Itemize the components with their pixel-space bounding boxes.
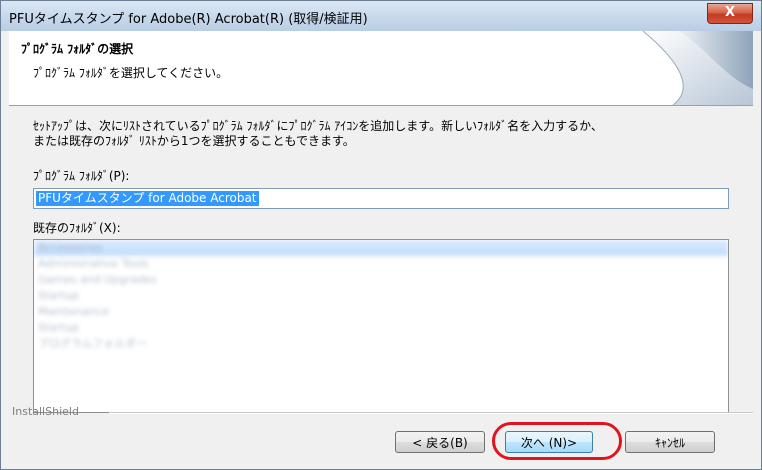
next-button-highlight [492, 422, 622, 460]
header-title: ﾌﾟﾛｸﾞﾗﾑ ﾌｫﾙﾀﾞの選択 [21, 42, 134, 56]
list-item[interactable]: プログラムフォルダー [34, 336, 728, 352]
title-bar[interactable]: PFUタイムスタンプ for Adobe(R) Acrobat(R) (取得/検… [1, 1, 761, 31]
existing-folders-list[interactable]: Accessories Administrative Tools Games a… [33, 239, 729, 413]
list-item[interactable]: Startup [34, 320, 728, 336]
program-folder-input[interactable]: PFUタイムスタンプ for Adobe Acrobat [33, 188, 729, 209]
wizard-header: ﾌﾟﾛｸﾞﾗﾑ ﾌｫﾙﾀﾞの選択 ﾌﾟﾛｸﾞﾗﾑ ﾌｫﾙﾀﾞを選択してください。 [9, 31, 753, 106]
window-title: PFUタイムスタンプ for Adobe(R) Acrobat(R) (取得/検… [9, 12, 368, 27]
installer-window: PFUタイムスタンプ for Adobe(R) Acrobat(R) (取得/検… [0, 0, 762, 470]
header-subtitle: ﾌﾟﾛｸﾞﾗﾑ ﾌｫﾙﾀﾞを選択してください。 [33, 66, 229, 80]
program-folder-label: ﾌﾟﾛｸﾞﾗﾑ ﾌｫﾙﾀﾞ(P): [33, 169, 130, 183]
page-curl-graphic [642, 31, 753, 105]
list-item[interactable]: Startup [34, 288, 728, 304]
list-item[interactable]: Games and Upgrades [34, 272, 728, 288]
back-button[interactable]: < 戻る(B) [395, 431, 485, 453]
cancel-button[interactable]: ｷｬﾝｾﾙ [625, 431, 715, 453]
description: ｾｯﾄｱｯﾌﾟは、次にﾘｽﾄされているﾌﾟﾛｸﾞﾗﾑ ﾌｫﾙﾀﾞにﾌﾟﾛｸﾞﾗﾑ… [33, 119, 745, 149]
footer-divider [109, 412, 753, 414]
program-folder-value[interactable]: PFUタイムスタンプ for Adobe Acrobat [36, 191, 259, 206]
description-line-2: または既存のﾌｫﾙﾀﾞ ﾘｽﾄから1つを選択することもできます。 [33, 134, 355, 148]
list-item[interactable]: Administrative Tools [34, 256, 728, 272]
installshield-brand: InstallShield [12, 405, 79, 418]
description-line-1: ｾｯﾄｱｯﾌﾟは、次にﾘｽﾄされているﾌﾟﾛｸﾞﾗﾑ ﾌｫﾙﾀﾞにﾌﾟﾛｸﾞﾗﾑ… [33, 119, 603, 133]
list-item[interactable]: Maintenance [34, 304, 728, 320]
existing-folders-label: 既存のﾌｫﾙﾀﾞ(X): [33, 221, 121, 235]
list-item[interactable]: Accessories [34, 240, 728, 256]
dialog-content: ﾌﾟﾛｸﾞﾗﾑ ﾌｫﾙﾀﾞの選択 ﾌﾟﾛｸﾞﾗﾑ ﾌｫﾙﾀﾞを選択してください。 [9, 31, 753, 461]
close-button[interactable]: X [707, 3, 753, 24]
